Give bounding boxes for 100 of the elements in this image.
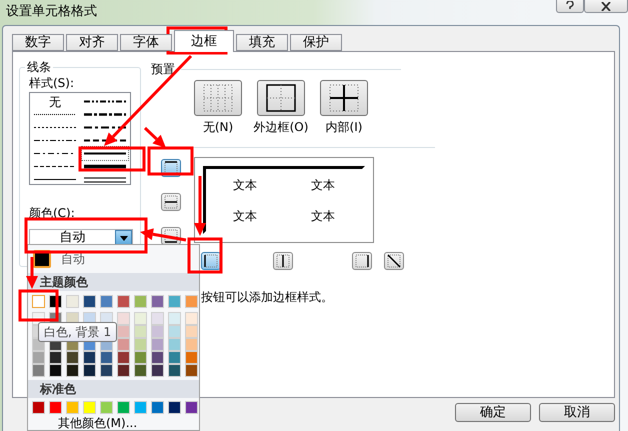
color-swatch[interactable] [32, 295, 45, 308]
line-sample [84, 99, 126, 104]
color-swatch[interactable] [151, 325, 164, 338]
tooltip: 白色, 背景 1 [38, 322, 118, 342]
color-swatch[interactable] [100, 401, 113, 414]
color-swatch[interactable] [32, 364, 45, 377]
color-swatch[interactable] [134, 295, 147, 308]
color-swatch[interactable] [100, 295, 113, 308]
tab[interactable]: 字体 [120, 34, 172, 51]
color-swatch[interactable] [100, 364, 113, 377]
menu-header: 主题颜色 [28, 273, 199, 291]
color-swatch[interactable] [134, 338, 147, 351]
color-swatch[interactable] [151, 338, 164, 351]
color-swatch[interactable] [168, 312, 181, 325]
color-swatch[interactable] [151, 351, 164, 364]
help-button[interactable] [556, 0, 584, 13]
color-swatch[interactable] [117, 295, 130, 308]
more-colors-item[interactable]: 其他颜色(M)... [28, 415, 199, 429]
color-swatch[interactable] [83, 401, 96, 414]
color-swatch[interactable] [168, 295, 181, 308]
line-sample [84, 125, 126, 130]
border-button[interactable] [201, 252, 221, 270]
color-swatch[interactable] [185, 325, 198, 338]
preview-text: 文本 [311, 208, 335, 222]
color-swatch[interactable] [32, 351, 45, 364]
note-text: 按钮可以添加边框样式。 [201, 290, 333, 304]
color-swatch[interactable] [185, 351, 198, 364]
border-line-icon [387, 254, 401, 268]
border-grid-icon [266, 84, 296, 112]
color-swatch[interactable] [117, 364, 130, 377]
color-swatch[interactable] [134, 401, 147, 414]
color-swatch[interactable] [151, 312, 164, 325]
line-style-option[interactable]: 无 [32, 95, 78, 108]
tab[interactable]: 对齐 [66, 34, 118, 51]
border-button[interactable] [273, 252, 293, 270]
tab[interactable]: 数字 [12, 34, 64, 51]
color-swatch[interactable] [168, 401, 181, 414]
color-swatch[interactable] [185, 401, 198, 414]
color-swatch[interactable] [117, 401, 130, 414]
line-sample [84, 151, 126, 156]
color-swatch[interactable] [134, 312, 147, 325]
line-style-option[interactable] [82, 147, 128, 160]
line-sample [34, 138, 76, 143]
color-swatch[interactable] [117, 312, 130, 325]
color-swatch[interactable] [185, 312, 198, 325]
line-sample [34, 177, 76, 182]
color-swatch[interactable] [49, 364, 62, 377]
dialog-button[interactable]: 确定 [455, 403, 531, 422]
color-swatch[interactable] [66, 351, 79, 364]
highlight-box [188, 238, 222, 274]
color-swatch[interactable] [83, 364, 96, 377]
group-title: 线条 [25, 60, 53, 74]
color-swatch[interactable] [168, 338, 181, 351]
automatic-color-item[interactable]: 自动 [28, 245, 199, 273]
border-button[interactable] [384, 252, 404, 270]
color-swatch[interactable] [117, 351, 130, 364]
color-swatch[interactable] [100, 351, 113, 364]
tab[interactable]: 填充 [236, 34, 288, 51]
color-swatch[interactable] [134, 364, 147, 377]
preset-button[interactable] [320, 80, 368, 116]
color-swatch[interactable] [83, 351, 96, 364]
tab[interactable]: 边框 [174, 30, 234, 52]
color-swatch[interactable] [185, 295, 198, 308]
preview-text: 文本 [233, 178, 257, 192]
close-button[interactable] [584, 0, 628, 13]
preset-label: 内部(I) [326, 120, 362, 134]
color-swatch[interactable] [134, 351, 147, 364]
color-swatch[interactable] [168, 364, 181, 377]
color-swatch[interactable] [117, 325, 130, 338]
color-swatch[interactable] [83, 295, 96, 308]
color-swatch[interactable] [66, 295, 79, 308]
style-label: 样式(S): [29, 76, 76, 90]
line-sample [34, 164, 76, 169]
line-sample [34, 112, 76, 117]
dialog-button[interactable]: 取消 [539, 403, 615, 422]
color-swatch[interactable] [49, 351, 62, 364]
color-swatch[interactable] [151, 364, 164, 377]
color-swatch[interactable] [168, 351, 181, 364]
border-button[interactable] [352, 252, 372, 270]
color-swatch[interactable] [185, 364, 198, 377]
preview-text: 文本 [311, 178, 335, 192]
color-swatch[interactable] [134, 325, 147, 338]
color-swatch[interactable] [66, 364, 79, 377]
color-swatch[interactable] [151, 401, 164, 414]
help-icon [566, 1, 574, 11]
preset-button[interactable] [257, 80, 305, 116]
line-sample [34, 151, 76, 156]
color-swatch[interactable] [151, 295, 164, 308]
color-swatch[interactable] [66, 401, 79, 414]
color-swatch[interactable] [49, 401, 62, 414]
color-swatch[interactable] [32, 401, 45, 414]
border-button[interactable] [161, 193, 181, 211]
color-swatch[interactable] [168, 325, 181, 338]
preset-label: 无(N) [202, 120, 234, 134]
color-swatch[interactable] [185, 338, 198, 351]
color-swatch[interactable] [117, 338, 130, 351]
tab[interactable]: 保护 [290, 34, 342, 51]
line-sample [84, 112, 126, 117]
arrow [140, 228, 186, 242]
arrow [194, 176, 206, 236]
